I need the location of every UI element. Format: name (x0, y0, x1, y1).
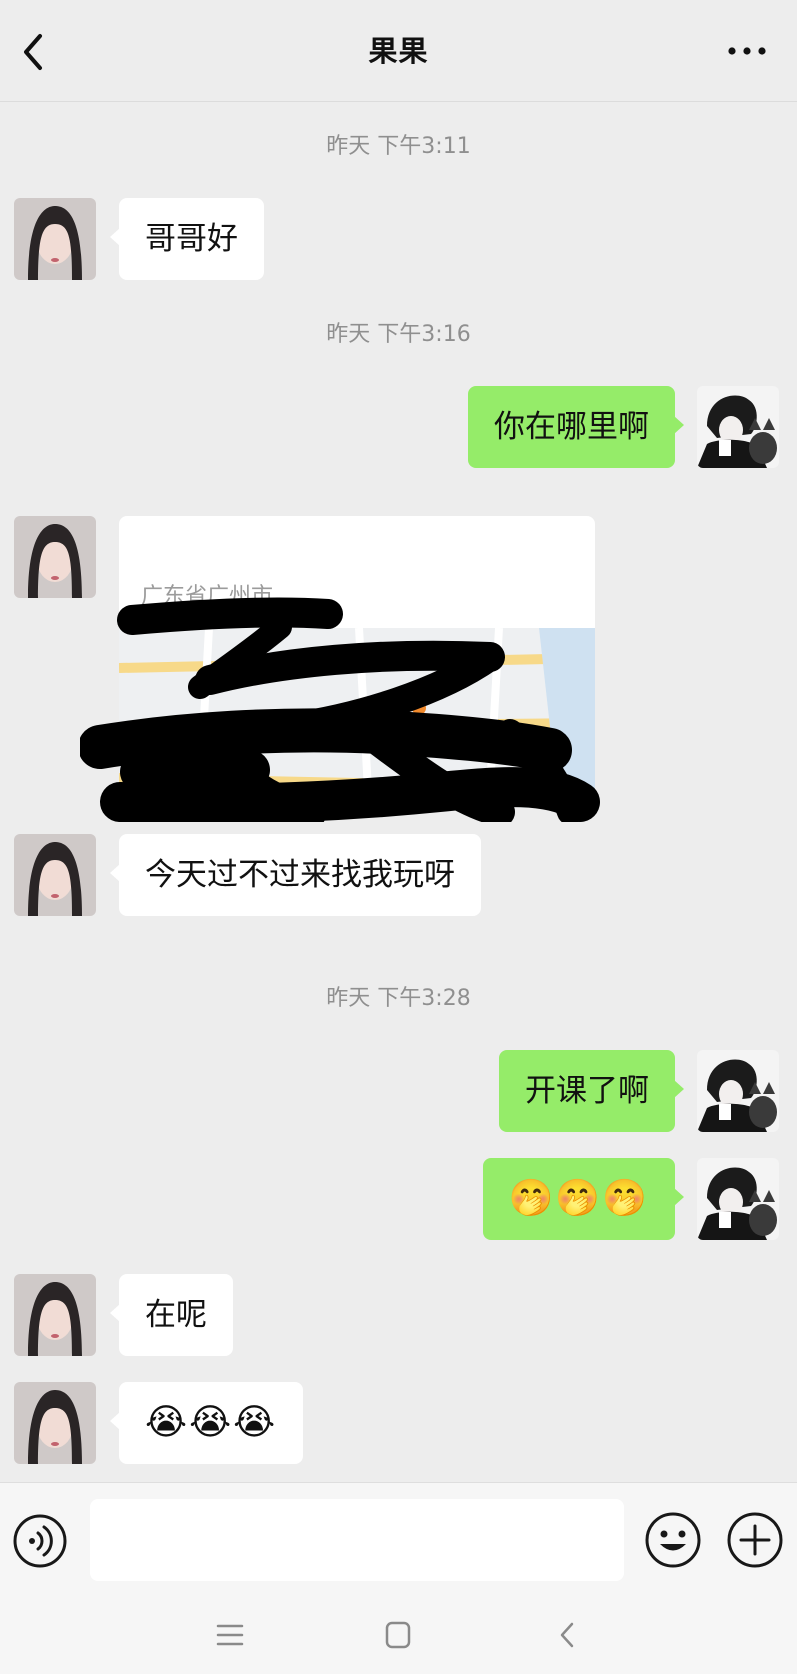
message-bubble-received[interactable]: 今天过不过来找我玩呀 (110, 834, 481, 916)
voice-icon[interactable] (12, 1513, 68, 1569)
my-avatar[interactable] (697, 1050, 779, 1132)
contact-avatar[interactable] (14, 198, 96, 280)
plus-icon[interactable] (726, 1511, 784, 1569)
emoji-icon[interactable] (644, 1511, 702, 1569)
timestamp: 昨天 下午3:16 (326, 322, 471, 347)
more-dots-icon[interactable] (727, 44, 767, 58)
message-bubble-sent[interactable]: 开课了啊 (499, 1050, 684, 1132)
my-avatar[interactable] (697, 386, 779, 468)
contact-avatar[interactable] (14, 1382, 96, 1464)
system-navigation-bar (0, 1596, 797, 1674)
chat-title: 果果 (368, 34, 429, 68)
my-avatar[interactable] (697, 1158, 779, 1240)
message-bubble-received[interactable]: 哥哥好 (110, 198, 264, 280)
timestamp: 昨天 下午3:11 (326, 134, 471, 159)
message-list[interactable]: 昨天 下午3:11 哥哥好 昨天 下午3:16 你在哪里啊 广东省广州市 今天过… (0, 102, 797, 1482)
chat-header: 果果 (0, 0, 797, 102)
message-bubble-sent-emoji[interactable]: 🤭🤭🤭 (482, 1158, 685, 1240)
message-input[interactable] (90, 1499, 624, 1581)
contact-avatar[interactable] (14, 834, 96, 916)
message-bubble-sent[interactable]: 你在哪里啊 (468, 386, 684, 468)
redaction-scribble (80, 597, 600, 822)
home-icon[interactable] (382, 1620, 414, 1650)
timestamp: 昨天 下午3:28 (326, 986, 471, 1011)
back-nav-icon[interactable] (552, 1620, 584, 1650)
message-bubble-received-emoji[interactable]: 😭😭😭 (109, 1382, 304, 1464)
contact-avatar[interactable] (14, 1274, 96, 1356)
menu-icon[interactable] (214, 1620, 246, 1650)
message-bubble-received[interactable]: 在呢 (110, 1274, 233, 1356)
message-input-bar (0, 1482, 797, 1596)
